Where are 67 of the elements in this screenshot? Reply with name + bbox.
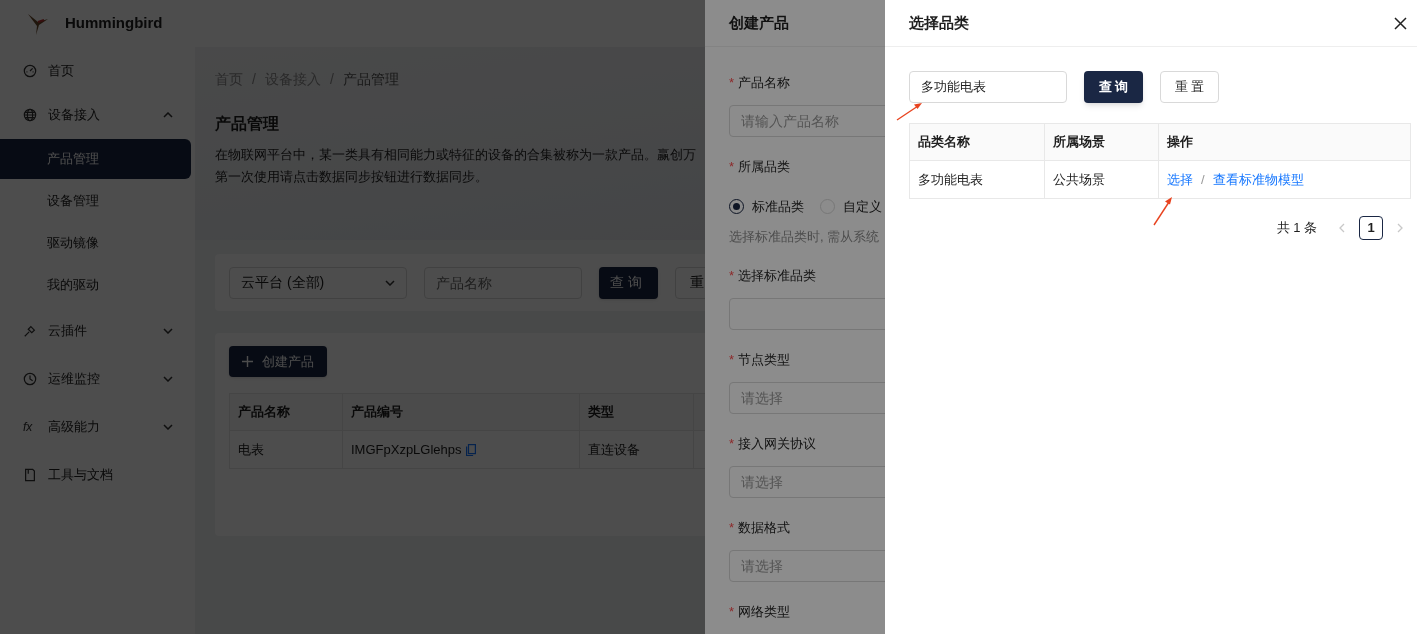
sidebar-item[interactable]: 首页 — [0, 49, 195, 93]
clock-icon — [23, 372, 37, 386]
required-mark: * — [729, 351, 735, 370]
search-field[interactable]: 多功能电表 — [909, 71, 1067, 103]
required-mark: * — [729, 158, 735, 177]
sidebar-item[interactable]: 驱动镜像 — [0, 223, 191, 263]
sidebar-item[interactable]: 工具与文档 — [0, 451, 195, 499]
column-header: 品类名称 — [910, 124, 1045, 160]
action-link[interactable]: 查看标准物模型 — [1212, 169, 1304, 190]
table-cell-text: 多功能电表 — [918, 170, 983, 189]
column-header: 产品名称 — [230, 394, 343, 430]
query-button[interactable]: 查询 — [599, 266, 658, 299]
column-header: 产品编号 — [343, 394, 580, 430]
document-icon — [23, 468, 37, 482]
globe-icon — [23, 108, 37, 122]
page-title: 产品管理 — [215, 114, 279, 134]
create-product-button[interactable]: 创建产品 — [229, 346, 327, 377]
field-label: 数据格式 — [738, 519, 791, 538]
reset-button[interactable]: 重置 — [1160, 71, 1219, 103]
sidebar-item[interactable]: 云插件 — [0, 307, 195, 355]
field-label: 所属品类 — [738, 158, 791, 177]
fx-icon: fx — [23, 418, 37, 436]
table-cell-text: 电表 — [238, 440, 264, 459]
chevron-right-icon — [1397, 223, 1403, 233]
required-mark: * — [729, 435, 735, 454]
breadcrumb-separator: / — [252, 70, 256, 89]
platform-select[interactable]: 云平台 (全部) — [229, 266, 407, 299]
sidebar-item[interactable]: 设备接入 — [0, 93, 195, 137]
required-mark: * — [729, 74, 735, 93]
required-mark: * — [729, 267, 735, 286]
required-mark: * — [729, 519, 735, 538]
breadcrumb-separator: / — [329, 70, 334, 89]
column-header: 操作 — [1166, 133, 1194, 152]
plus-icon — [242, 356, 253, 367]
dashboard-icon — [23, 64, 37, 78]
annotation-arrow — [1153, 196, 1175, 226]
sidebar-item[interactable]: 设备管理 — [0, 181, 191, 221]
total-count: 共 1 条 — [1276, 219, 1317, 238]
field-label: 接入网关协议 — [738, 435, 817, 454]
field-label: 选择标准品类 — [738, 267, 817, 286]
action-link[interactable]: 选择 — [1167, 169, 1193, 190]
annotation-arrow — [896, 101, 924, 121]
drawer-title: 选择品类 — [909, 12, 969, 33]
action-separator: / — [1201, 170, 1205, 189]
sidebar-item[interactable]: 运维监控 — [0, 355, 195, 403]
sidebar-item[interactable]: fx 高级能力 — [0, 403, 195, 451]
radio-option[interactable]: 标准品类 — [729, 197, 804, 217]
sidebar-item[interactable]: 我的驱动 — [0, 265, 191, 305]
chevron-down-icon — [385, 279, 395, 286]
radio-option[interactable]: 自定义 — [820, 197, 882, 217]
field-label: 节点类型 — [738, 351, 791, 370]
field-label: 产品名称 — [738, 74, 791, 93]
plug-icon — [23, 324, 37, 338]
app-name: Hummingbird — [65, 13, 163, 34]
table-cell-text: 直连设备 — [588, 440, 640, 459]
sidebar-item[interactable]: 产品管理 — [0, 139, 191, 179]
query-button[interactable]: 查询 — [1084, 71, 1143, 103]
chevron-left-icon — [1339, 223, 1345, 233]
column-header: 类型 — [580, 394, 694, 430]
close-icon — [1393, 16, 1407, 30]
column-header: 所属场景 — [1045, 124, 1159, 160]
page-button[interactable]: 1 — [1359, 216, 1383, 240]
table-cell-text: IMGFpXzpLGlehps — [351, 440, 462, 459]
field-label: 网络类型 — [738, 603, 791, 622]
drawer-title: 创建产品 — [729, 12, 789, 33]
table-cell-text: 公共场景 — [1053, 170, 1105, 189]
required-mark: * — [729, 603, 735, 622]
